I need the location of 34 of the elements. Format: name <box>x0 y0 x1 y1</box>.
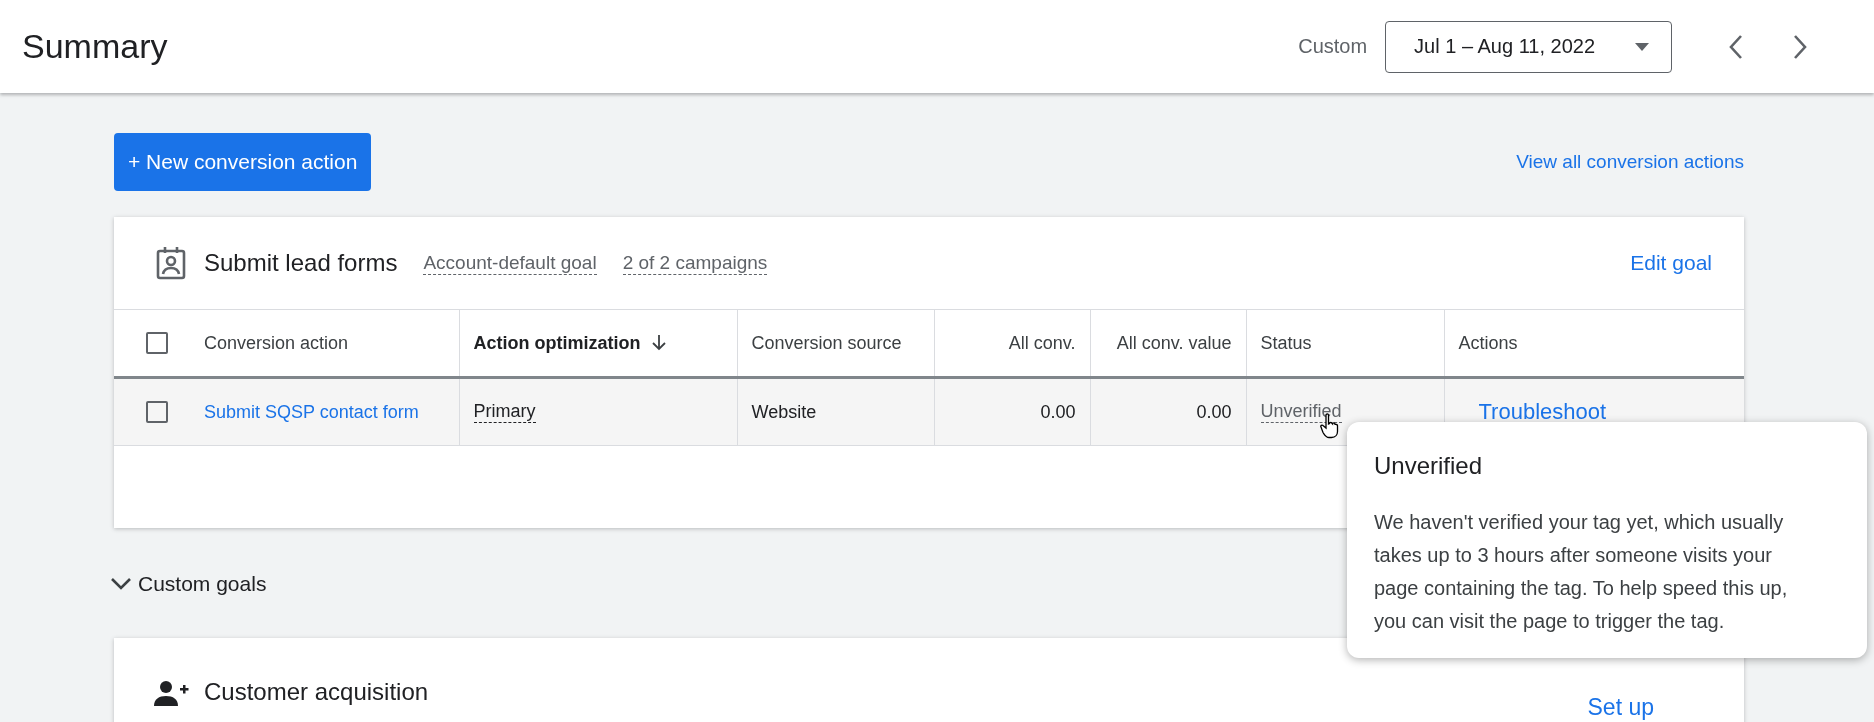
caret-icon <box>1635 42 1649 51</box>
next-icon[interactable] <box>1792 33 1808 60</box>
range-label: Custom <box>1298 35 1368 58</box>
sort-arrow-icon[interactable] <box>652 335 667 351</box>
table-cell: 0.00 <box>1196 401 1232 423</box>
column-header[interactable]: Conversion action <box>204 332 349 354</box>
previous-icon[interactable] <box>1728 33 1744 60</box>
new-conversion-action-button[interactable]: + New conversion action <box>114 133 372 191</box>
goal-tag-link[interactable]: 2 of 2 campaigns <box>622 251 768 275</box>
tooltip-text: We haven't verified your tag yet, which usually takes up to 3 hours after someone visits your page containing the tag. To help speed this up, you can visit the page to trigger the tag. <box>1374 510 1789 634</box>
table-cell: Website <box>751 401 817 423</box>
custom-goals-toggle[interactable]: Custom goals <box>138 572 267 596</box>
table-cell: 0.00 <box>1040 401 1076 423</box>
optimization-value[interactable]: Primary <box>473 401 536 423</box>
tooltip-title: Unverified <box>1374 452 1484 480</box>
troubleshoot-link[interactable]: Troubleshoot <box>1478 399 1607 425</box>
card-title: Customer acquisition <box>204 678 429 706</box>
row-checkbox[interactable] <box>146 401 168 423</box>
view-all-link[interactable]: View all conversion actions <box>1516 151 1744 173</box>
page-title: Summary <box>22 27 168 66</box>
goal-title: Submit lead forms <box>204 249 398 277</box>
select-all-checkbox[interactable] <box>146 332 168 354</box>
column-header[interactable]: Actions <box>1458 332 1518 354</box>
date-range-dropdown[interactable]: Jul 1 – Aug 11, 2022 <box>1385 20 1672 73</box>
column-header[interactable]: Action optimization <box>473 332 641 354</box>
column-header[interactable]: Status <box>1260 332 1312 354</box>
conversion-action-link[interactable]: Submit SQSP contact form <box>204 401 419 423</box>
add-person-icon <box>154 680 190 706</box>
column-header[interactable]: All conv. <box>1008 332 1076 354</box>
set-up-link[interactable]: Set up <box>1587 694 1654 721</box>
chevron-down-icon[interactable] <box>110 577 132 591</box>
edit-goal-link[interactable]: Edit goal <box>1630 251 1712 275</box>
contact-form-icon <box>156 246 186 280</box>
goal-tag-link[interactable]: Account-default goal <box>423 251 597 275</box>
